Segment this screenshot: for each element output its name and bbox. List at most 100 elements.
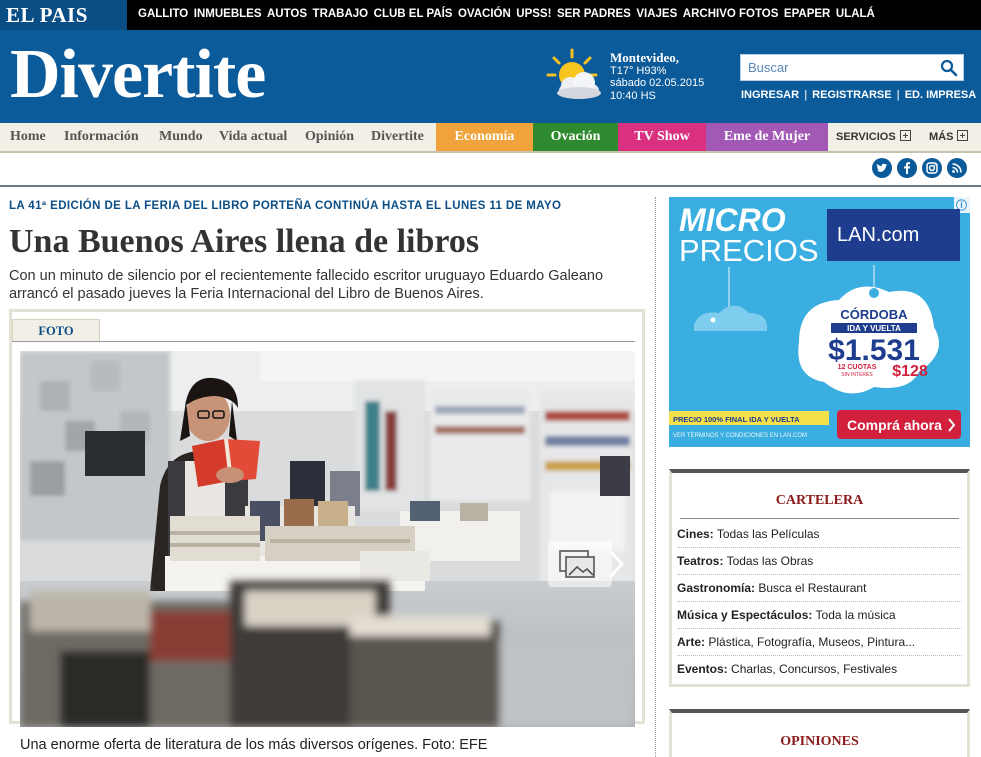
ad-installment-price: $128: [892, 363, 928, 380]
article-kicker: LA 41ª EDICIÓN DE LA FERIA DEL LIBRO POR…: [9, 200, 562, 212]
nav-item-eme-de-mujer[interactable]: Eme de Mujer: [706, 123, 828, 151]
site-header: Divertite Montevideo, T17° H93% sábado 0…: [0, 30, 981, 123]
network-link[interactable]: AUTOS: [267, 8, 307, 20]
tab-underline: [12, 341, 635, 342]
cartelera-label[interactable]: Gastronomía:: [677, 581, 755, 595]
cartelera-title: CARTELERA: [775, 493, 864, 508]
weather-widget: Montevideo, T17° H93% sábado 02.05.2015 …: [610, 50, 705, 102]
print-edition-link[interactable]: ED. IMPRESA: [905, 89, 977, 101]
plus-icon: [899, 130, 911, 141]
search-input[interactable]: [741, 55, 931, 80]
network-link[interactable]: UPSS!: [516, 8, 551, 20]
ad-installments-sub: SIN INTERÉS: [841, 371, 873, 378]
ad-destination: CÓRDOBA: [840, 307, 908, 322]
separator: |: [804, 89, 808, 101]
cartelera-value[interactable]: Charlas, Concursos, Festivales: [731, 662, 897, 676]
weather-conditions: T17° H93%: [610, 64, 667, 77]
social-links: [872, 158, 967, 178]
search-icon[interactable]: [940, 59, 958, 77]
login-link[interactable]: INGRESAR: [741, 89, 799, 101]
ad-terms: VER TÉRMINOS Y CONDICIONES EN LAN.COM: [673, 432, 807, 439]
list-item[interactable]: Gastronomía: Busca el Restaurant: [677, 575, 962, 602]
column-separator: [655, 197, 656, 757]
partly-cloudy-icon: [546, 48, 601, 99]
register-link[interactable]: REGISTRARSE: [812, 89, 891, 101]
cartelera-value[interactable]: Toda la música: [816, 608, 896, 622]
cartelera-value[interactable]: Plástica, Fotografía, Museos, Pintura...: [708, 635, 915, 649]
cartelera-label[interactable]: Eventos:: [677, 662, 728, 676]
weather-city: Montevideo,: [610, 50, 679, 65]
list-item[interactable]: Eventos: Charlas, Concursos, Festivales: [677, 656, 962, 683]
list-item[interactable]: Música y Espectáculos: Toda la música: [677, 602, 962, 629]
nav-item-opinion[interactable]: Opinión: [305, 123, 354, 151]
network-link[interactable]: INMUEBLES: [194, 8, 262, 20]
ad-installments: 12 CUOTAS: [838, 364, 877, 371]
ad-brand: LAN.com: [837, 224, 919, 246]
cartelera-label[interactable]: Teatros:: [677, 554, 723, 568]
ad-cta-button: Comprá ahora: [847, 417, 942, 433]
ad-final-price-note: PRECIO 100% FINAL IDA Y VUELTA: [673, 415, 800, 424]
article-lead: Con un minuto de silencio por el recient…: [9, 268, 604, 302]
lan-micro-precios-ad[interactable]: ⓘ x MICRO PRECIOS LAN.com CÓRDOBA IDA Y …: [669, 197, 970, 447]
network-link[interactable]: EPAPER: [784, 8, 830, 20]
ad-banner: ⓘ x MICRO PRECIOS LAN.com CÓRDOBA IDA Y …: [669, 197, 970, 447]
facebook-icon[interactable]: [897, 158, 917, 178]
cartelera-value[interactable]: Todas las Obras: [727, 554, 814, 568]
network-link[interactable]: SER PADRES: [557, 8, 631, 20]
nav-item-tv-show[interactable]: TV Show: [618, 123, 706, 151]
network-link[interactable]: VIAJES: [636, 8, 677, 20]
nav-item-vida-actual[interactable]: Vida actual: [219, 123, 287, 151]
nav-item-economia[interactable]: Economía: [436, 123, 533, 151]
instagram-icon[interactable]: [922, 158, 942, 178]
opiniones-box: OPINIONES: [669, 709, 970, 757]
cartelera-label[interactable]: Arte:: [677, 635, 705, 649]
weather-time: 10:40 HS: [610, 89, 656, 102]
cartelera-box: CARTELERA Cines: Todas las Películas Tea…: [669, 469, 970, 687]
ad-trip: IDA Y VUELTA: [847, 324, 901, 333]
book-fair-photo: [20, 351, 635, 727]
nav-mas-label: MÁS: [929, 131, 954, 143]
el-pais-logo-box[interactable]: EL PAIS: [0, 0, 127, 30]
article-photo[interactable]: [20, 351, 635, 727]
list-item[interactable]: Cines: Todas las Películas: [677, 521, 962, 548]
nav-item-mundo[interactable]: Mundo: [159, 123, 203, 151]
network-link[interactable]: GALLITO: [138, 8, 188, 20]
cartelera-label[interactable]: Música y Espectáculos:: [677, 608, 812, 622]
divertite-brand[interactable]: Divertite: [10, 34, 266, 116]
top-bar: EL PAIS GALLITO INMUEBLES AUTOS TRABAJO …: [0, 0, 981, 30]
nav-item-ovacion[interactable]: Ovación: [533, 123, 618, 151]
network-link[interactable]: ARCHIVO FOTOS: [683, 8, 779, 20]
separator: |: [896, 89, 900, 101]
user-links: INGRESAR | REGISTRARSE | ED. IMPRESA: [741, 89, 976, 101]
network-link[interactable]: TRABAJO: [313, 8, 369, 20]
nav-item-divertite[interactable]: Divertite: [371, 123, 424, 151]
rss-icon[interactable]: [947, 158, 967, 178]
nav-item-home[interactable]: Home: [10, 123, 46, 151]
photo-caption: Una enorme oferta de literatura de los m…: [20, 737, 488, 753]
list-item[interactable]: Teatros: Todas las Obras: [677, 548, 962, 575]
cartelera-value[interactable]: Busca el Restaurant: [758, 581, 866, 595]
el-pais-logo[interactable]: EL PAIS: [6, 3, 88, 28]
nav-item-informacion[interactable]: Información: [64, 123, 139, 151]
search-box: [740, 54, 964, 81]
cartelera-value[interactable]: Todas las Películas: [717, 527, 820, 541]
network-links: GALLITO INMUEBLES AUTOS TRABAJO CLUB EL …: [138, 8, 880, 20]
list-item[interactable]: Arte: Plástica, Fotografía, Museos, Pint…: [677, 629, 962, 656]
opiniones-title: OPINIONES: [780, 734, 859, 749]
cartelera-label[interactable]: Cines:: [677, 527, 714, 541]
twitter-icon[interactable]: [872, 158, 892, 178]
ad-title-2: PRECIOS: [679, 233, 819, 268]
cartelera-list: Cines: Todas las Películas Teatros: Toda…: [672, 521, 967, 683]
network-link[interactable]: OVACIÓN: [458, 8, 511, 20]
article-headline: Una Buenos Aires llena de libros: [9, 223, 480, 260]
main-nav: Home Información Mundo Vida actual Opini…: [0, 123, 981, 153]
nav-servicios-label: SERVICIOS: [836, 131, 896, 143]
tab-foto[interactable]: FOTO: [12, 319, 100, 341]
weather-date: sábado 02.05.2015: [610, 77, 705, 89]
plus-icon: [957, 130, 969, 141]
nav-servicios[interactable]: SERVICIOS: [836, 123, 911, 151]
section-divider: [0, 185, 981, 187]
network-link[interactable]: CLUB EL PAÍS: [374, 8, 453, 20]
nav-mas[interactable]: MÁS: [929, 123, 969, 151]
network-link[interactable]: ULALÁ: [836, 8, 875, 20]
